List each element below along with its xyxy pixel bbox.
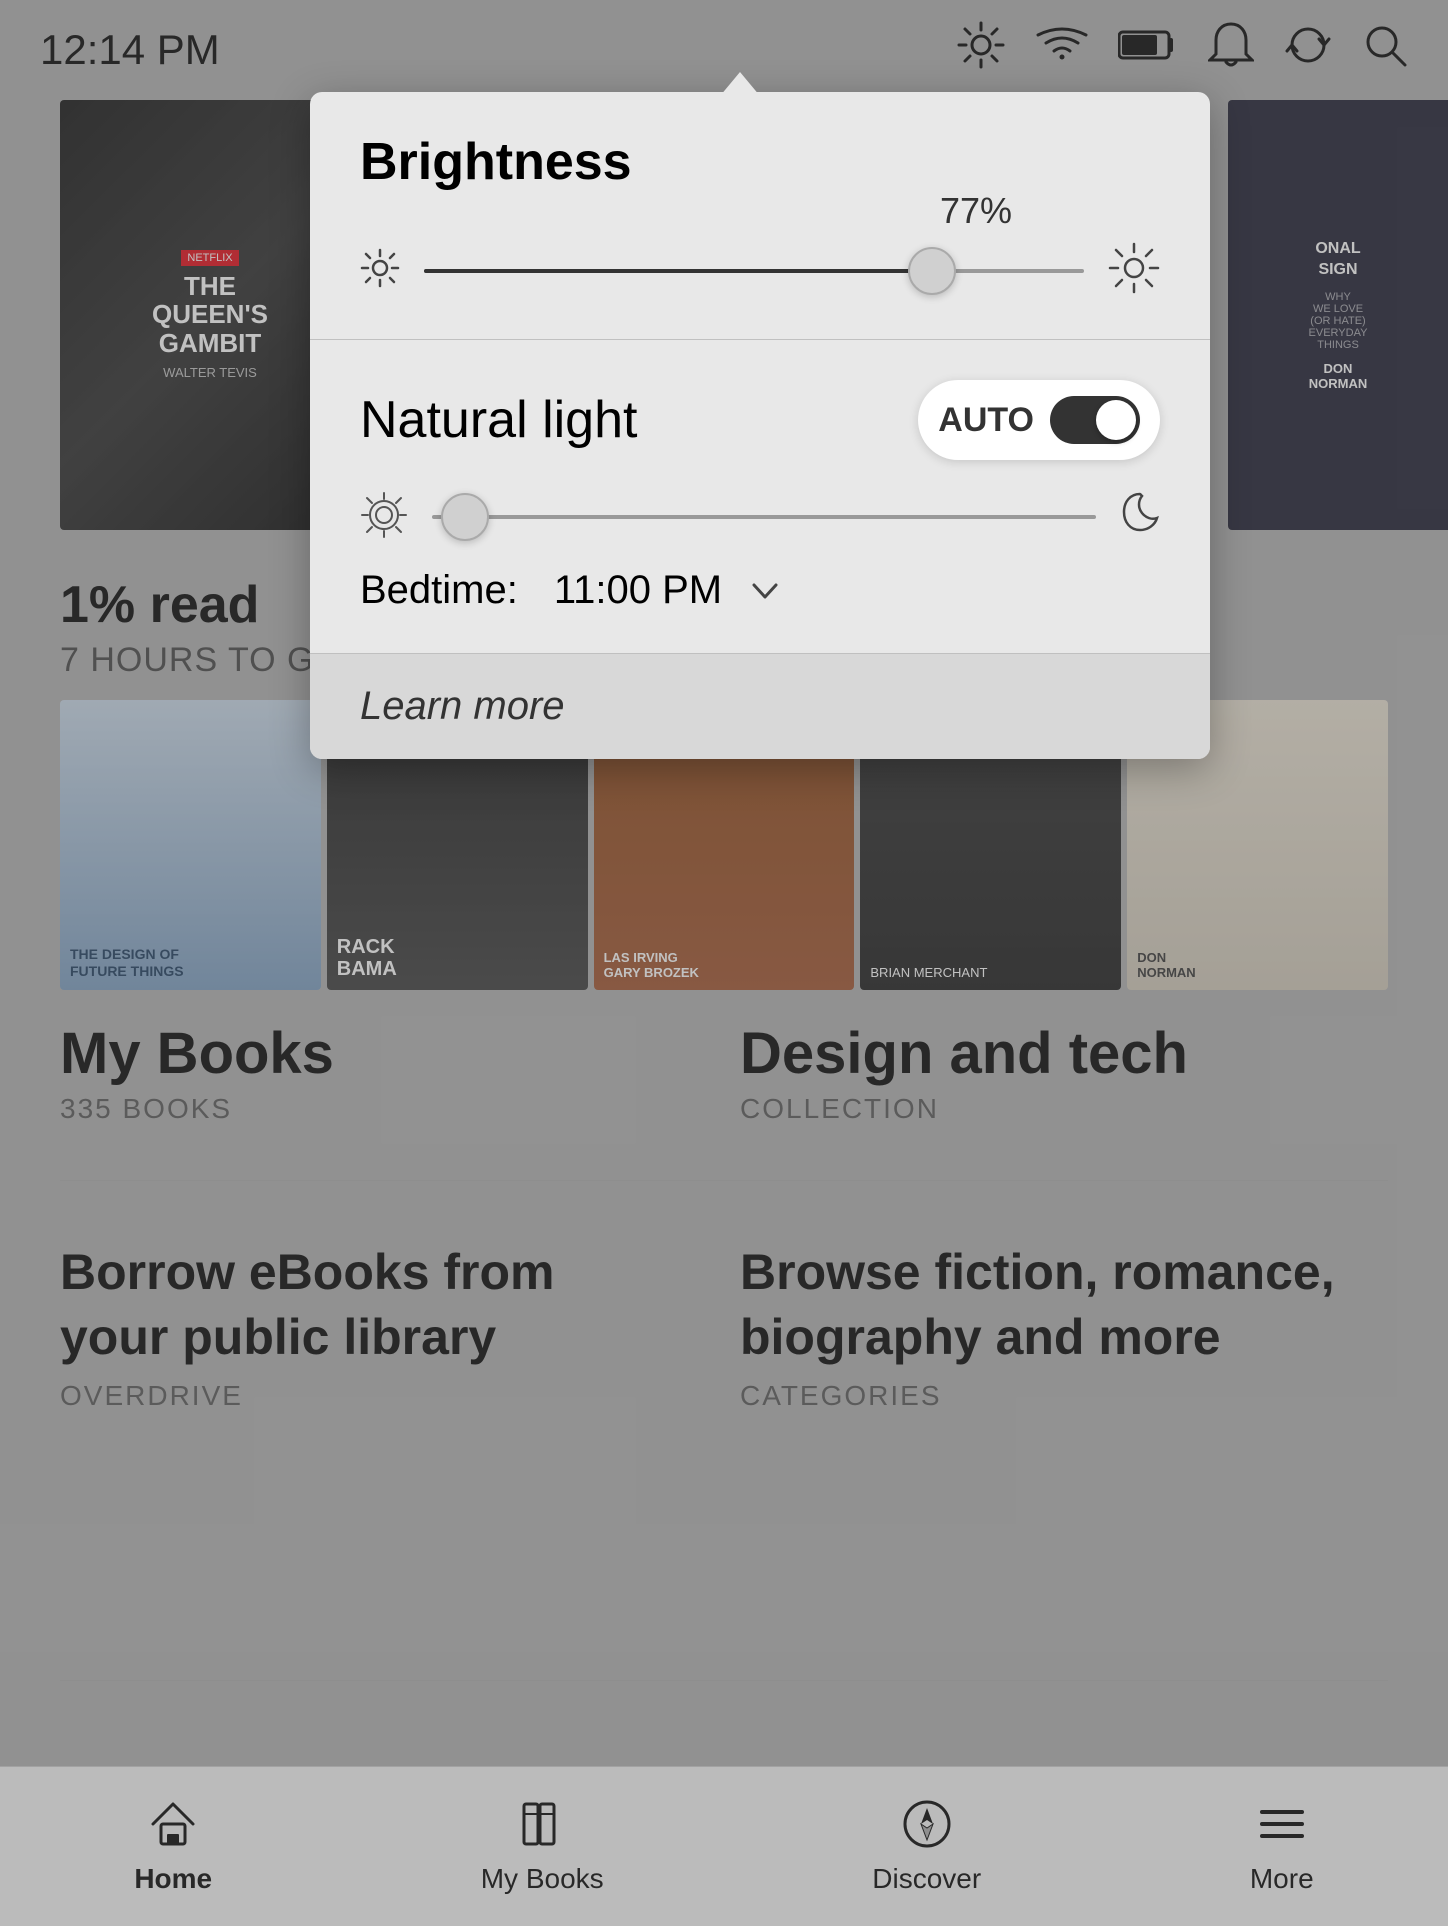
bedtime-label: Bedtime:: [360, 568, 518, 613]
bedtime-row: Bedtime: 11:00 PM: [360, 568, 1160, 613]
brightness-section: Brightness 77%: [310, 92, 1210, 339]
sun-natural-icon: [360, 491, 408, 544]
natural-slider-track[interactable]: [432, 515, 1096, 519]
natural-light-slider-row: [360, 490, 1160, 544]
chevron-down-icon[interactable]: [750, 572, 780, 609]
auto-toggle-switch[interactable]: [1050, 396, 1140, 444]
bedtime-time: 11:00 PM: [554, 568, 722, 613]
natural-light-section: Natural light AUTO: [310, 340, 1210, 653]
sun-large-icon: [1108, 242, 1160, 299]
moon-icon: [1120, 490, 1160, 544]
brightness-slider-container: 77%: [360, 242, 1160, 299]
brightness-percent-label: 77%: [940, 190, 1012, 232]
popup-arrow: [720, 72, 760, 96]
auto-label: AUTO: [938, 401, 1034, 440]
learn-more-section: Learn more: [310, 654, 1210, 759]
natural-slider-thumb: [441, 493, 489, 541]
sun-small-icon: [360, 248, 400, 293]
natural-light-label: Natural light: [360, 390, 637, 450]
brightness-slider-fill: [424, 269, 932, 273]
toggle-knob: [1096, 400, 1136, 440]
brightness-title: Brightness: [360, 132, 1160, 192]
brightness-slider-track[interactable]: [424, 269, 1084, 273]
brightness-popup: Brightness 77%: [310, 92, 1210, 759]
auto-toggle-container[interactable]: AUTO: [918, 380, 1160, 460]
brightness-slider-thumb: [908, 247, 956, 295]
brightness-row: [360, 242, 1160, 299]
learn-more-link[interactable]: Learn more: [360, 684, 565, 728]
natural-light-row: Natural light AUTO: [360, 380, 1160, 460]
